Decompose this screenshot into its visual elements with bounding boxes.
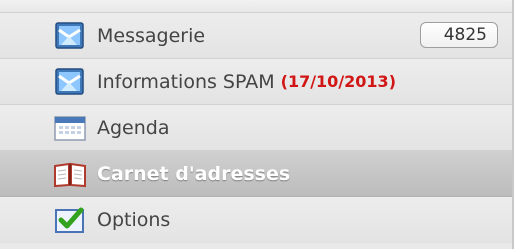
- menu-item-label: Messagerie: [97, 24, 206, 47]
- menu-item-agenda[interactable]: Agenda: [0, 105, 512, 151]
- menu-item-carnet-adresses[interactable]: Carnet d'adresses: [0, 151, 512, 197]
- spam-update-date: (17/10/2013): [280, 72, 396, 91]
- messagerie-icon: [53, 21, 87, 51]
- menu-item-label: Carnet d'adresses: [97, 162, 291, 185]
- message-count-badge: 4825: [420, 22, 498, 48]
- menu-item-label: Informations SPAM: [97, 70, 275, 93]
- menu-item-label: Agenda: [97, 116, 170, 139]
- menu-item-informations-spam[interactable]: Informations SPAM (17/10/2013): [0, 59, 512, 105]
- address-book-icon: [53, 159, 87, 189]
- calendar-icon: [53, 113, 87, 143]
- menu-item-options[interactable]: Options: [0, 197, 512, 243]
- menu-item-label: Options: [97, 209, 171, 231]
- menu-item-messagerie[interactable]: Messagerie 4825: [0, 13, 512, 59]
- options-checkmark-icon: [53, 205, 87, 235]
- navigation-menu: Messagerie 4825 Informations SPAM (17/10…: [0, 0, 514, 249]
- spam-info-icon: [53, 67, 87, 97]
- menu-top-separator: [0, 0, 512, 13]
